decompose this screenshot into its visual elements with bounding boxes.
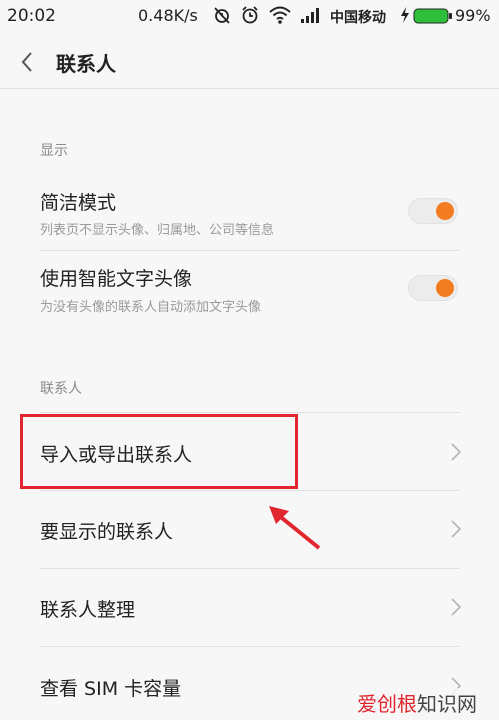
menu-item-label: 联系人整理 bbox=[40, 599, 136, 621]
alarm-clock-icon bbox=[240, 5, 260, 29]
divider bbox=[40, 646, 460, 647]
charging-icon bbox=[400, 5, 410, 29]
watermark-part2: 知识网 bbox=[417, 692, 477, 716]
page-title: 联系人 bbox=[56, 52, 116, 76]
section-header-contacts: 联系人 bbox=[40, 381, 82, 397]
divider bbox=[40, 250, 460, 251]
setting-description: 列表页不显示头像、归属地、公司等信息 bbox=[40, 223, 275, 238]
divider bbox=[40, 412, 460, 413]
chevron-right-icon bbox=[450, 597, 462, 621]
chevron-right-icon bbox=[450, 519, 462, 543]
menu-item-contacts-to-display[interactable]: 要显示的联系人 bbox=[20, 492, 462, 568]
toggle-knob bbox=[436, 279, 454, 297]
network-speed: 0.48K/s bbox=[138, 6, 198, 25]
menu-item-label: 要显示的联系人 bbox=[40, 521, 174, 543]
watermark: 爱创根知识网 bbox=[357, 688, 477, 717]
simple-mode-toggle[interactable] bbox=[408, 198, 458, 224]
chevron-right-icon bbox=[450, 442, 462, 466]
carrier-name: 中国移动 bbox=[330, 10, 386, 26]
annotation-arrow-icon bbox=[265, 502, 325, 558]
setting-label: 使用智能文字头像 bbox=[40, 268, 193, 290]
divider bbox=[40, 490, 460, 491]
watermark-part1: 爱创根 bbox=[357, 692, 417, 716]
alarm-muted-icon bbox=[212, 5, 232, 29]
status-time: 20:02 bbox=[7, 6, 56, 26]
highlight-box bbox=[20, 414, 298, 489]
toggle-knob bbox=[436, 202, 454, 220]
setting-description: 为没有头像的联系人自动添加文字头像 bbox=[40, 300, 262, 315]
text-avatar-toggle[interactable] bbox=[408, 275, 458, 301]
signal-icon bbox=[300, 5, 322, 29]
divider bbox=[40, 568, 460, 569]
battery-percent: 99% bbox=[455, 6, 491, 25]
section-header-display: 显示 bbox=[40, 143, 68, 159]
menu-item-organize-contacts[interactable]: 联系人整理 bbox=[20, 570, 462, 646]
setting-text-avatar[interactable]: 使用智能文字头像 为没有头像的联系人自动添加文字头像 bbox=[20, 256, 460, 326]
wifi-icon bbox=[268, 5, 292, 29]
setting-label: 简洁模式 bbox=[40, 192, 117, 214]
menu-item-label: 查看 SIM 卡容量 bbox=[40, 678, 182, 700]
status-bar: 20:02 0.48K/s 中国移动 99% bbox=[0, 0, 499, 34]
setting-simple-mode[interactable]: 简洁模式 列表页不显示头像、归属地、公司等信息 bbox=[20, 180, 460, 250]
title-bar: 联系人 bbox=[0, 34, 499, 89]
battery-icon bbox=[413, 8, 453, 28]
chevron-left-icon[interactable] bbox=[20, 51, 34, 77]
